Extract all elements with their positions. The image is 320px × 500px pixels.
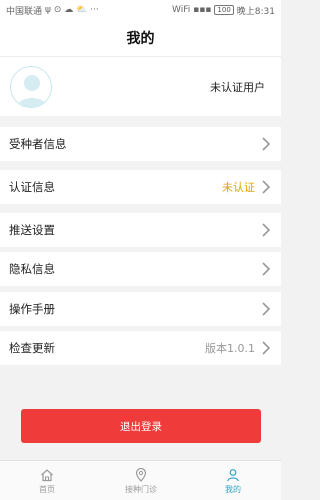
clock: 晚上8:31 [236, 6, 275, 17]
battery-icon: 100 [214, 5, 234, 15]
user-avatar-icon [17, 75, 47, 107]
menu-item-recipient-info[interactable]: 受种者信息 [0, 127, 281, 161]
home-icon [41, 468, 53, 481]
menu-item-push-settings[interactable]: 推送设置 [0, 213, 281, 247]
chevron-right-icon [262, 180, 271, 194]
chevron-right-icon [262, 137, 271, 151]
tab-clinic[interactable]: 接种门诊 [111, 461, 171, 500]
chevron-right-icon [262, 302, 271, 316]
user-icon [227, 468, 239, 481]
menu-item-verification[interactable]: 认证信息 未认证 [0, 170, 281, 204]
signal-icon: WiFi ▪▪▪ [172, 5, 212, 15]
status-bar: 中国联通 ψ ⊙ ☁ ⛅ ··· WiFi ▪▪▪ 100 晚上8:31 [0, 0, 281, 20]
status-left: 中国联通 ψ ⊙ ☁ ⛅ ··· [6, 4, 99, 17]
menu-item-check-update[interactable]: 检查更新 版本1.0.1 [0, 331, 281, 365]
avatar[interactable] [10, 66, 52, 108]
profile-card[interactable]: 未认证用户 [0, 56, 281, 116]
chevron-right-icon [262, 341, 271, 355]
notification-icons: ψ ⊙ ☁ ⛅ ··· [45, 5, 99, 15]
menu-item-manual[interactable]: 操作手册 [0, 292, 281, 326]
logout-button[interactable]: 退出登录 [21, 409, 261, 443]
menu-item-privacy[interactable]: 隐私信息 [0, 252, 281, 286]
tab-home[interactable]: 首页 [17, 461, 77, 500]
location-pin-icon [135, 467, 147, 482]
page-title: 我的 [126, 31, 155, 47]
menu-item-label: 隐私信息 [9, 262, 55, 276]
tab-label: 接种门诊 [125, 484, 157, 494]
menu-item-label: 认证信息 [9, 180, 55, 194]
header: 我的 [0, 20, 281, 56]
bottom-tab-bar: 首页 接种门诊 我的 [0, 460, 281, 500]
tab-label: 首页 [39, 484, 55, 494]
menu-item-label: 受种者信息 [9, 137, 67, 151]
profile-name: 未认证用户 [210, 81, 265, 94]
menu-item-label: 操作手册 [9, 302, 55, 316]
tab-mine[interactable]: 我的 [203, 461, 263, 500]
chevron-right-icon [262, 262, 271, 276]
verification-status: 未认证 [222, 181, 255, 194]
carrier-label: 中国联通 [6, 6, 43, 17]
status-right: WiFi ▪▪▪ 100 晚上8:31 [172, 4, 275, 17]
version-label: 版本1.0.1 [205, 342, 255, 355]
menu-item-label: 检查更新 [9, 341, 55, 355]
chevron-right-icon [262, 223, 271, 237]
menu-item-label: 推送设置 [9, 223, 55, 237]
tab-label: 我的 [225, 484, 241, 494]
